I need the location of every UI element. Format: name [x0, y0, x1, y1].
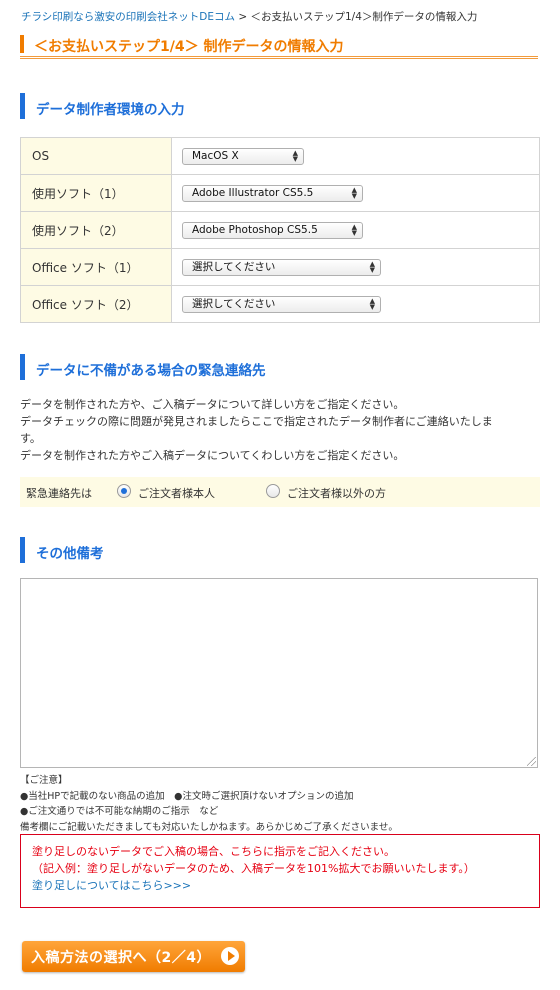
page-title: ＜お支払いステップ1/4＞ 制作データの情報入力	[34, 39, 344, 55]
notes-line-2: ●ご注文通りでは不可能な納期のご指示 など	[20, 806, 219, 817]
notes: 【ご注意】 ●当社HPで記載のない商品の追加 ●注文時ご選択頂けないオプションの…	[20, 773, 398, 835]
breadcrumb-home-link[interactable]: チラシ印刷なら激安の印刷会社ネットDEコム	[21, 11, 235, 23]
radio-option-other[interactable]: ご注文者様以外の方	[266, 483, 416, 501]
radio-option-orderer[interactable]: ご注文者様本人	[117, 483, 237, 501]
heading-accent-bar	[20, 354, 25, 380]
table-row: 使用ソフト（1） Adobe Illustrator CS5.5 ▲ ▼	[20, 174, 540, 212]
os-cell: MacOS X ▲ ▼	[171, 137, 540, 175]
next-step-button[interactable]: 入稿方法の選択へ（2／4）	[22, 941, 245, 972]
radio-dot	[121, 488, 127, 494]
software-1-select[interactable]: Adobe Illustrator CS5.5 ▲ ▼	[182, 184, 363, 202]
office-2-label: Office ソフト（2）	[20, 285, 172, 323]
office-2-select[interactable]: 選択してください ▲ ▼	[182, 295, 381, 313]
select-arrows-icon: ▲ ▼	[351, 185, 357, 200]
office-1-cell: 選択してください ▲ ▼	[171, 248, 540, 286]
office-1-label: Office ソフト（1）	[20, 248, 172, 286]
breadcrumb-separator: >	[235, 11, 251, 23]
bleed-info-link[interactable]: 塗り足しについてはこちら>>>	[32, 877, 539, 894]
select-arrows-icon: ▲ ▼	[351, 222, 357, 237]
software-1-select-value: Adobe Illustrator CS5.5	[192, 186, 314, 199]
radio-button-checked[interactable]	[117, 484, 131, 498]
next-step-button-label: 入稿方法の選択へ（2／4）	[31, 950, 211, 966]
select-arrows-icon: ▲ ▼	[292, 148, 298, 163]
heading-accent-bar	[20, 537, 25, 563]
office-2-select-value: 選択してください	[192, 297, 276, 310]
radio-label-orderer[interactable]: ご注文者様本人	[138, 485, 215, 501]
remarks-section-heading: その他備考	[20, 537, 520, 563]
software-1-cell: Adobe Illustrator CS5.5 ▲ ▼	[171, 174, 540, 212]
play-arrow-icon	[221, 947, 239, 965]
env-section-heading: データ制作者環境の入力	[20, 93, 520, 119]
contact-text-1: データを制作された方や、ご入稿データについて詳しい方をご指定ください。	[20, 398, 405, 411]
table-row: 使用ソフト（2） Adobe Photoshop CS5.5 ▲ ▼	[20, 211, 540, 249]
environment-table: OS MacOS X ▲ ▼ 使用ソフト（1） Adobe Illustrator…	[20, 137, 540, 323]
software-1-label: 使用ソフト（1）	[20, 174, 172, 212]
heading-accent-bar	[20, 93, 25, 119]
notes-line-3: 備考欄にご記載いただきましても対応いたしかねます。あらかじめご了承くださいませ。	[20, 821, 398, 833]
contact-text-3: データを制作された方やご入稿データについてくわしい方をご指定ください。	[20, 449, 405, 462]
table-row: Office ソフト（2） 選択してください ▲ ▼	[20, 285, 540, 323]
radio-label-other[interactable]: ご注文者様以外の方	[287, 485, 386, 501]
select-arrows-icon: ▲ ▼	[369, 296, 375, 311]
contact-text-2b: す。	[20, 432, 41, 445]
contact-heading-text: データに不備がある場合の緊急連絡先	[36, 363, 266, 379]
radio-button-unchecked[interactable]	[266, 484, 280, 498]
table-row: Office ソフト（1） 選択してください ▲ ▼	[20, 248, 540, 286]
notes-line-1: ●当社HPで記載のない商品の追加 ●注文時ご選択頂けないオプションの追加	[20, 790, 354, 802]
bleed-warning-box: 塗り足しのないデータでご入稿の場合、こちらに指示をご記入ください。 （記入例：塗…	[20, 834, 540, 908]
warning-line-1: 塗り足しのないデータでご入稿の場合、こちらに指示をご記入ください。	[32, 845, 395, 858]
office-1-select[interactable]: 選択してください ▲ ▼	[182, 258, 381, 276]
breadcrumb-current: ＜お支払いステップ1/4＞制作データの情報入力	[250, 11, 478, 23]
os-select-value: MacOS X	[192, 149, 239, 162]
office-2-cell: 選択してください ▲ ▼	[171, 285, 540, 323]
warning-line-2: （記入例：塗り足しがないデータのため、入稿データを101%拡大でお願いいたします…	[32, 862, 475, 875]
select-arrows-icon: ▲ ▼	[369, 259, 375, 274]
software-2-select[interactable]: Adobe Photoshop CS5.5 ▲ ▼	[182, 221, 363, 239]
software-2-select-value: Adobe Photoshop CS5.5	[192, 223, 318, 236]
resize-grip-icon[interactable]	[527, 757, 536, 766]
title-accent-bar	[20, 35, 24, 53]
contact-description: データを制作された方や、ご入稿データについて詳しい方をご指定ください。 データチ…	[20, 396, 540, 464]
emergency-contact-row: 緊急連絡先は ご注文者様本人 ご注文者様以外の方	[20, 477, 540, 507]
remarks-heading-text: その他備考	[36, 546, 104, 562]
software-2-label: 使用ソフト（2）	[20, 211, 172, 249]
contact-text-2a: データチェックの際に問題が発見されましたらここで指定されたデータ制作者にご連絡い…	[20, 415, 493, 428]
env-heading-text: データ制作者環境の入力	[36, 102, 185, 118]
os-label: OS	[20, 137, 172, 175]
notes-title: 【ご注意】	[20, 775, 68, 786]
page-title-bar: ＜お支払いステップ1/4＞ 制作データの情報入力	[20, 33, 538, 59]
table-row: OS MacOS X ▲ ▼	[20, 137, 540, 175]
office-1-select-value: 選択してください	[192, 260, 276, 273]
emergency-contact-label: 緊急連絡先は	[26, 487, 92, 500]
remarks-textarea[interactable]	[20, 578, 538, 768]
breadcrumb: チラシ印刷なら激安の印刷会社ネットDEコム > ＜お支払いステップ1/4＞制作デ…	[21, 9, 477, 24]
os-select[interactable]: MacOS X ▲ ▼	[182, 147, 304, 165]
software-2-cell: Adobe Photoshop CS5.5 ▲ ▼	[171, 211, 540, 249]
contact-section-heading: データに不備がある場合の緊急連絡先	[20, 354, 520, 380]
